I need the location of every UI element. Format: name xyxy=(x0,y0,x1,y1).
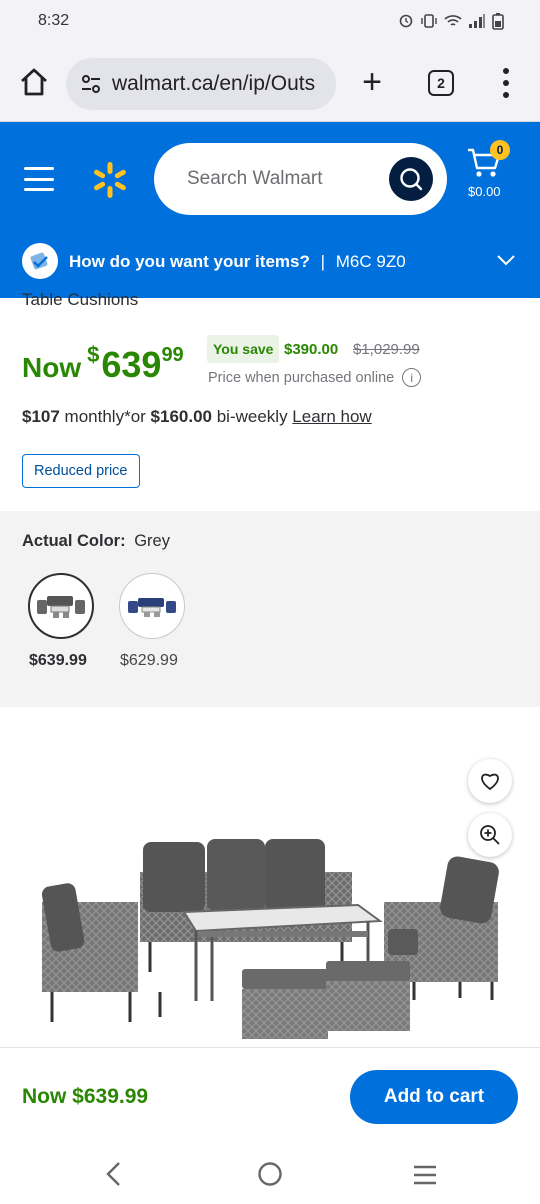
online-price-note: Price when purchased online i xyxy=(208,368,422,387)
swatch-price-navy: $629.99 xyxy=(120,652,178,669)
monthly-amount: $107 xyxy=(22,407,60,426)
color-label-title: Actual Color: xyxy=(22,532,126,550)
new-tab-button[interactable]: + xyxy=(356,65,388,99)
save-amount: $390.00 xyxy=(284,341,339,358)
system-nav-bar xyxy=(0,1145,540,1204)
status-time: 8:32 xyxy=(38,12,70,29)
cart-count-badge: 0 xyxy=(490,140,510,160)
current-price: Now $ 639 99 xyxy=(22,340,184,386)
color-swatch-grey[interactable] xyxy=(28,573,94,639)
chevron-down-icon[interactable] xyxy=(496,253,516,267)
add-to-cart-button[interactable]: Add to cart xyxy=(350,1070,518,1124)
was-price: $1,029.99 xyxy=(353,341,420,358)
info-icon[interactable]: i xyxy=(402,368,422,387)
fulfillment-selector[interactable]: How do you want your items? | M6C 9Z0 xyxy=(0,238,540,298)
sticky-price: Now $639.99 xyxy=(22,1085,149,1108)
delivery-prompt: How do you want your items? | M6C 9Z0 xyxy=(69,252,406,272)
hamburger-menu-icon[interactable] xyxy=(24,167,54,191)
status-icons xyxy=(398,12,504,30)
home-nav-icon[interactable] xyxy=(257,1161,283,1187)
postal-code: M6C 9Z0 xyxy=(335,252,406,271)
online-note-text: Price when purchased online xyxy=(208,369,395,386)
now-label: Now xyxy=(22,352,82,383)
learn-how-link[interactable]: Learn how xyxy=(292,407,371,426)
battery-icon xyxy=(492,13,504,30)
delivery-question: How do you want your items? xyxy=(69,252,310,271)
selected-color: Grey xyxy=(134,532,170,550)
swatch-grey-image xyxy=(37,596,85,618)
url-text: walmart.ca/en/ip/Outs xyxy=(112,72,316,95)
heart-icon xyxy=(481,773,499,791)
delivery-options-icon xyxy=(22,243,58,279)
status-bar: 8:32 xyxy=(0,0,540,44)
search-placeholder: Search Walmart xyxy=(187,168,323,189)
home-icon[interactable] xyxy=(18,66,50,98)
alarm-icon xyxy=(399,14,413,28)
zoom-in-icon xyxy=(480,825,500,845)
delivery-separator: | xyxy=(320,252,326,271)
cart-button[interactable]: 0 $0.00 xyxy=(466,140,516,206)
site-settings-icon[interactable] xyxy=(80,73,102,95)
product-image-patio-set xyxy=(41,839,499,1039)
biweekly-suffix: bi-weekly xyxy=(211,407,293,426)
monthly-suffix: monthly*or xyxy=(59,407,151,426)
biweekly-amount: $160.00 xyxy=(150,407,212,426)
add-to-favorites-button[interactable] xyxy=(468,759,512,803)
browser-menu-button[interactable] xyxy=(494,68,518,98)
search-input[interactable]: Search Walmart xyxy=(154,143,447,215)
price-whole: 639 xyxy=(101,344,162,385)
browser-toolbar: walmart.ca/en/ip/Outs + 2 xyxy=(0,44,540,122)
sticky-add-to-cart-bar: Now $639.99 Add to cart xyxy=(0,1047,540,1145)
color-swatch-navy[interactable] xyxy=(119,573,185,639)
cart-total: $0.00 xyxy=(468,184,501,199)
search-icon xyxy=(400,168,423,191)
walmart-spark-logo[interactable] xyxy=(90,160,130,200)
address-bar[interactable]: walmart.ca/en/ip/Outs xyxy=(66,58,336,110)
wifi-icon xyxy=(444,15,462,26)
price-dollar-sign: $ xyxy=(87,342,100,367)
swatch-navy-image xyxy=(128,598,176,617)
product-title-tail: Table Cushions xyxy=(22,290,139,309)
site-header: Search Walmart 0 $0.00 xyxy=(0,122,540,238)
vibrate-icon xyxy=(421,14,437,28)
search-button[interactable] xyxy=(389,157,433,201)
price-cents: 99 xyxy=(161,344,184,366)
swatch-price-grey: $639.99 xyxy=(29,652,87,669)
color-label: Actual Color: Grey xyxy=(22,532,170,551)
financing-info: $107 monthly*or $160.00 bi-weekly Learn … xyxy=(22,407,372,427)
product-image-area[interactable] xyxy=(0,707,540,1047)
recents-icon[interactable] xyxy=(412,1164,438,1186)
back-icon[interactable] xyxy=(104,1161,124,1187)
tab-switcher-button[interactable]: 2 xyxy=(428,70,454,96)
color-variant-panel: Actual Color: Grey $639.99 $629.99 xyxy=(0,511,540,707)
reduced-price-tag: Reduced price xyxy=(22,454,140,488)
you-save-badge: You save xyxy=(207,335,280,363)
signal-icon xyxy=(469,14,485,28)
zoom-button[interactable] xyxy=(468,813,512,857)
